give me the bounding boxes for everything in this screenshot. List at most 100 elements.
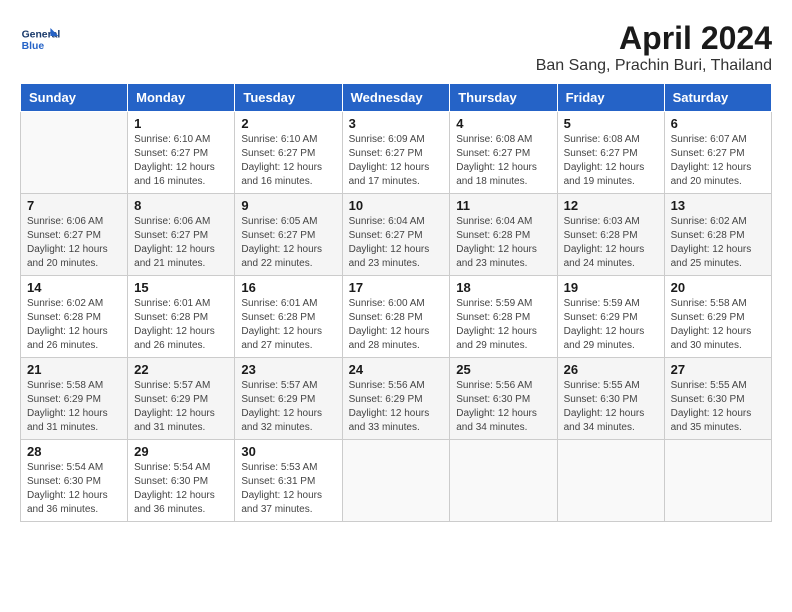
day-number: 30 — [241, 444, 335, 459]
calendar-week-3: 14Sunrise: 6:02 AM Sunset: 6:28 PM Dayli… — [21, 276, 772, 358]
day-info: Sunrise: 5:55 AM Sunset: 6:30 PM Dayligh… — [564, 379, 658, 435]
table-row: 22 Sunrise: 5:57 AM Sunset: 6:29 PM Dayli… — [128, 358, 235, 440]
col-tuesday: Tuesday — [235, 84, 342, 112]
day-info: Sunrise: 5:53 AM Sunset: 6:31 PM Dayligh… — [241, 461, 335, 517]
calendar-header-row: Sunday Monday Tuesday Wednesday Thursday… — [21, 84, 772, 112]
day-info: Sunrise: 5:54 AM Sunset: 6:30 PM Dayligh… — [27, 461, 121, 517]
day-number: 7 — [27, 198, 121, 213]
day-number: 23 — [241, 362, 335, 377]
day-number: 11 — [456, 198, 550, 213]
table-row: 28Sunrise: 5:54 AM Sunset: 6:30 PM Dayli… — [21, 440, 128, 522]
day-number: 14 — [27, 280, 121, 295]
day-info: Sunrise: 6:02 AM Sunset: 6:28 PM Dayligh… — [671, 215, 765, 271]
day-info: Sunrise: 6:06 AM Sunset: 6:27 PM Dayligh… — [27, 215, 121, 271]
col-monday: Monday — [128, 84, 235, 112]
day-info: Sunrise: 5:56 AM Sunset: 6:30 PM Dayligh… — [456, 379, 550, 435]
day-info: Sunrise: 6:03 AM Sunset: 6:28 PM Dayligh… — [564, 215, 658, 271]
calendar-table: Sunday Monday Tuesday Wednesday Thursday… — [20, 83, 772, 522]
table-row: 30 Sunrise: 5:53 AM Sunset: 6:31 PM Dayli… — [235, 440, 342, 522]
table-row: 1 Sunrise: 6:10 AM Sunset: 6:27 PM Daylig… — [128, 112, 235, 194]
day-number: 6 — [671, 116, 765, 131]
table-row — [450, 440, 557, 522]
table-row: 25 Sunrise: 5:56 AM Sunset: 6:30 PM Dayli… — [450, 358, 557, 440]
table-row: 19 Sunrise: 5:59 AM Sunset: 6:29 PM Dayli… — [557, 276, 664, 358]
table-row: 5 Sunrise: 6:08 AM Sunset: 6:27 PM Daylig… — [557, 112, 664, 194]
title-section: April 2024 Ban Sang, Prachin Buri, Thail… — [536, 20, 772, 75]
day-info: Sunrise: 6:04 AM Sunset: 6:28 PM Dayligh… — [456, 215, 550, 271]
day-number: 13 — [671, 198, 765, 213]
day-number: 24 — [349, 362, 444, 377]
table-row: 26 Sunrise: 5:55 AM Sunset: 6:30 PM Dayli… — [557, 358, 664, 440]
calendar-week-5: 28Sunrise: 5:54 AM Sunset: 6:30 PM Dayli… — [21, 440, 772, 522]
day-number: 5 — [564, 116, 658, 131]
day-info: Sunrise: 6:06 AM Sunset: 6:27 PM Dayligh… — [134, 215, 228, 271]
page-subtitle: Ban Sang, Prachin Buri, Thailand — [536, 57, 772, 75]
table-row: 11 Sunrise: 6:04 AM Sunset: 6:28 PM Dayli… — [450, 194, 557, 276]
day-number: 10 — [349, 198, 444, 213]
col-saturday: Saturday — [664, 84, 771, 112]
day-info: Sunrise: 5:58 AM Sunset: 6:29 PM Dayligh… — [27, 379, 121, 435]
day-number: 22 — [134, 362, 228, 377]
table-row: 24 Sunrise: 5:56 AM Sunset: 6:29 PM Dayli… — [342, 358, 450, 440]
day-number: 26 — [564, 362, 658, 377]
table-row: 6 Sunrise: 6:07 AM Sunset: 6:27 PM Daylig… — [664, 112, 771, 194]
day-info: Sunrise: 6:07 AM Sunset: 6:27 PM Dayligh… — [671, 133, 765, 189]
day-info: Sunrise: 6:05 AM Sunset: 6:27 PM Dayligh… — [241, 215, 335, 271]
day-info: Sunrise: 5:57 AM Sunset: 6:29 PM Dayligh… — [134, 379, 228, 435]
day-number: 2 — [241, 116, 335, 131]
table-row: 18 Sunrise: 5:59 AM Sunset: 6:28 PM Dayli… — [450, 276, 557, 358]
day-number: 18 — [456, 280, 550, 295]
day-number: 27 — [671, 362, 765, 377]
table-row: 3 Sunrise: 6:09 AM Sunset: 6:27 PM Daylig… — [342, 112, 450, 194]
day-info: Sunrise: 6:09 AM Sunset: 6:27 PM Dayligh… — [349, 133, 444, 189]
day-info: Sunrise: 5:59 AM Sunset: 6:29 PM Dayligh… — [564, 297, 658, 353]
day-number: 1 — [134, 116, 228, 131]
table-row: 23 Sunrise: 5:57 AM Sunset: 6:29 PM Dayli… — [235, 358, 342, 440]
col-friday: Friday — [557, 84, 664, 112]
day-info: Sunrise: 6:10 AM Sunset: 6:27 PM Dayligh… — [134, 133, 228, 189]
table-row: 29Sunrise: 5:54 AM Sunset: 6:30 PM Dayli… — [128, 440, 235, 522]
day-info: Sunrise: 6:04 AM Sunset: 6:27 PM Dayligh… — [349, 215, 444, 271]
table-row: 10 Sunrise: 6:04 AM Sunset: 6:27 PM Dayli… — [342, 194, 450, 276]
logo: General Blue — [20, 20, 64, 60]
day-number: 21 — [27, 362, 121, 377]
table-row: 2 Sunrise: 6:10 AM Sunset: 6:27 PM Daylig… — [235, 112, 342, 194]
day-number: 15 — [134, 280, 228, 295]
table-row: 15Sunrise: 6:01 AM Sunset: 6:28 PM Dayli… — [128, 276, 235, 358]
day-number: 25 — [456, 362, 550, 377]
table-row: 8 Sunrise: 6:06 AM Sunset: 6:27 PM Daylig… — [128, 194, 235, 276]
table-row — [21, 112, 128, 194]
table-row: 27 Sunrise: 5:55 AM Sunset: 6:30 PM Dayli… — [664, 358, 771, 440]
day-info: Sunrise: 5:58 AM Sunset: 6:29 PM Dayligh… — [671, 297, 765, 353]
page-title: April 2024 — [536, 20, 772, 57]
table-row — [664, 440, 771, 522]
table-row: 12Sunrise: 6:03 AM Sunset: 6:28 PM Dayli… — [557, 194, 664, 276]
day-number: 3 — [349, 116, 444, 131]
col-thursday: Thursday — [450, 84, 557, 112]
day-info: Sunrise: 6:01 AM Sunset: 6:28 PM Dayligh… — [241, 297, 335, 353]
day-info: Sunrise: 5:59 AM Sunset: 6:28 PM Dayligh… — [456, 297, 550, 353]
day-info: Sunrise: 5:54 AM Sunset: 6:30 PM Dayligh… — [134, 461, 228, 517]
day-number: 8 — [134, 198, 228, 213]
day-number: 19 — [564, 280, 658, 295]
table-row: 20 Sunrise: 5:58 AM Sunset: 6:29 PM Dayli… — [664, 276, 771, 358]
day-info: Sunrise: 5:55 AM Sunset: 6:30 PM Dayligh… — [671, 379, 765, 435]
day-info: Sunrise: 5:57 AM Sunset: 6:29 PM Dayligh… — [241, 379, 335, 435]
table-row: 16 Sunrise: 6:01 AM Sunset: 6:28 PM Dayli… — [235, 276, 342, 358]
day-number: 20 — [671, 280, 765, 295]
svg-text:Blue: Blue — [22, 41, 45, 52]
col-wednesday: Wednesday — [342, 84, 450, 112]
day-number: 17 — [349, 280, 444, 295]
table-row: 13 Sunrise: 6:02 AM Sunset: 6:28 PM Dayli… — [664, 194, 771, 276]
day-number: 16 — [241, 280, 335, 295]
day-info: Sunrise: 6:10 AM Sunset: 6:27 PM Dayligh… — [241, 133, 335, 189]
day-info: Sunrise: 5:56 AM Sunset: 6:29 PM Dayligh… — [349, 379, 444, 435]
calendar-week-4: 21 Sunrise: 5:58 AM Sunset: 6:29 PM Dayli… — [21, 358, 772, 440]
table-row: 21 Sunrise: 5:58 AM Sunset: 6:29 PM Dayli… — [21, 358, 128, 440]
day-info: Sunrise: 6:08 AM Sunset: 6:27 PM Dayligh… — [564, 133, 658, 189]
day-number: 4 — [456, 116, 550, 131]
table-row: 14Sunrise: 6:02 AM Sunset: 6:28 PM Dayli… — [21, 276, 128, 358]
table-row: 7 Sunrise: 6:06 AM Sunset: 6:27 PM Daylig… — [21, 194, 128, 276]
day-info: Sunrise: 6:08 AM Sunset: 6:27 PM Dayligh… — [456, 133, 550, 189]
table-row: 9Sunrise: 6:05 AM Sunset: 6:27 PM Daylig… — [235, 194, 342, 276]
